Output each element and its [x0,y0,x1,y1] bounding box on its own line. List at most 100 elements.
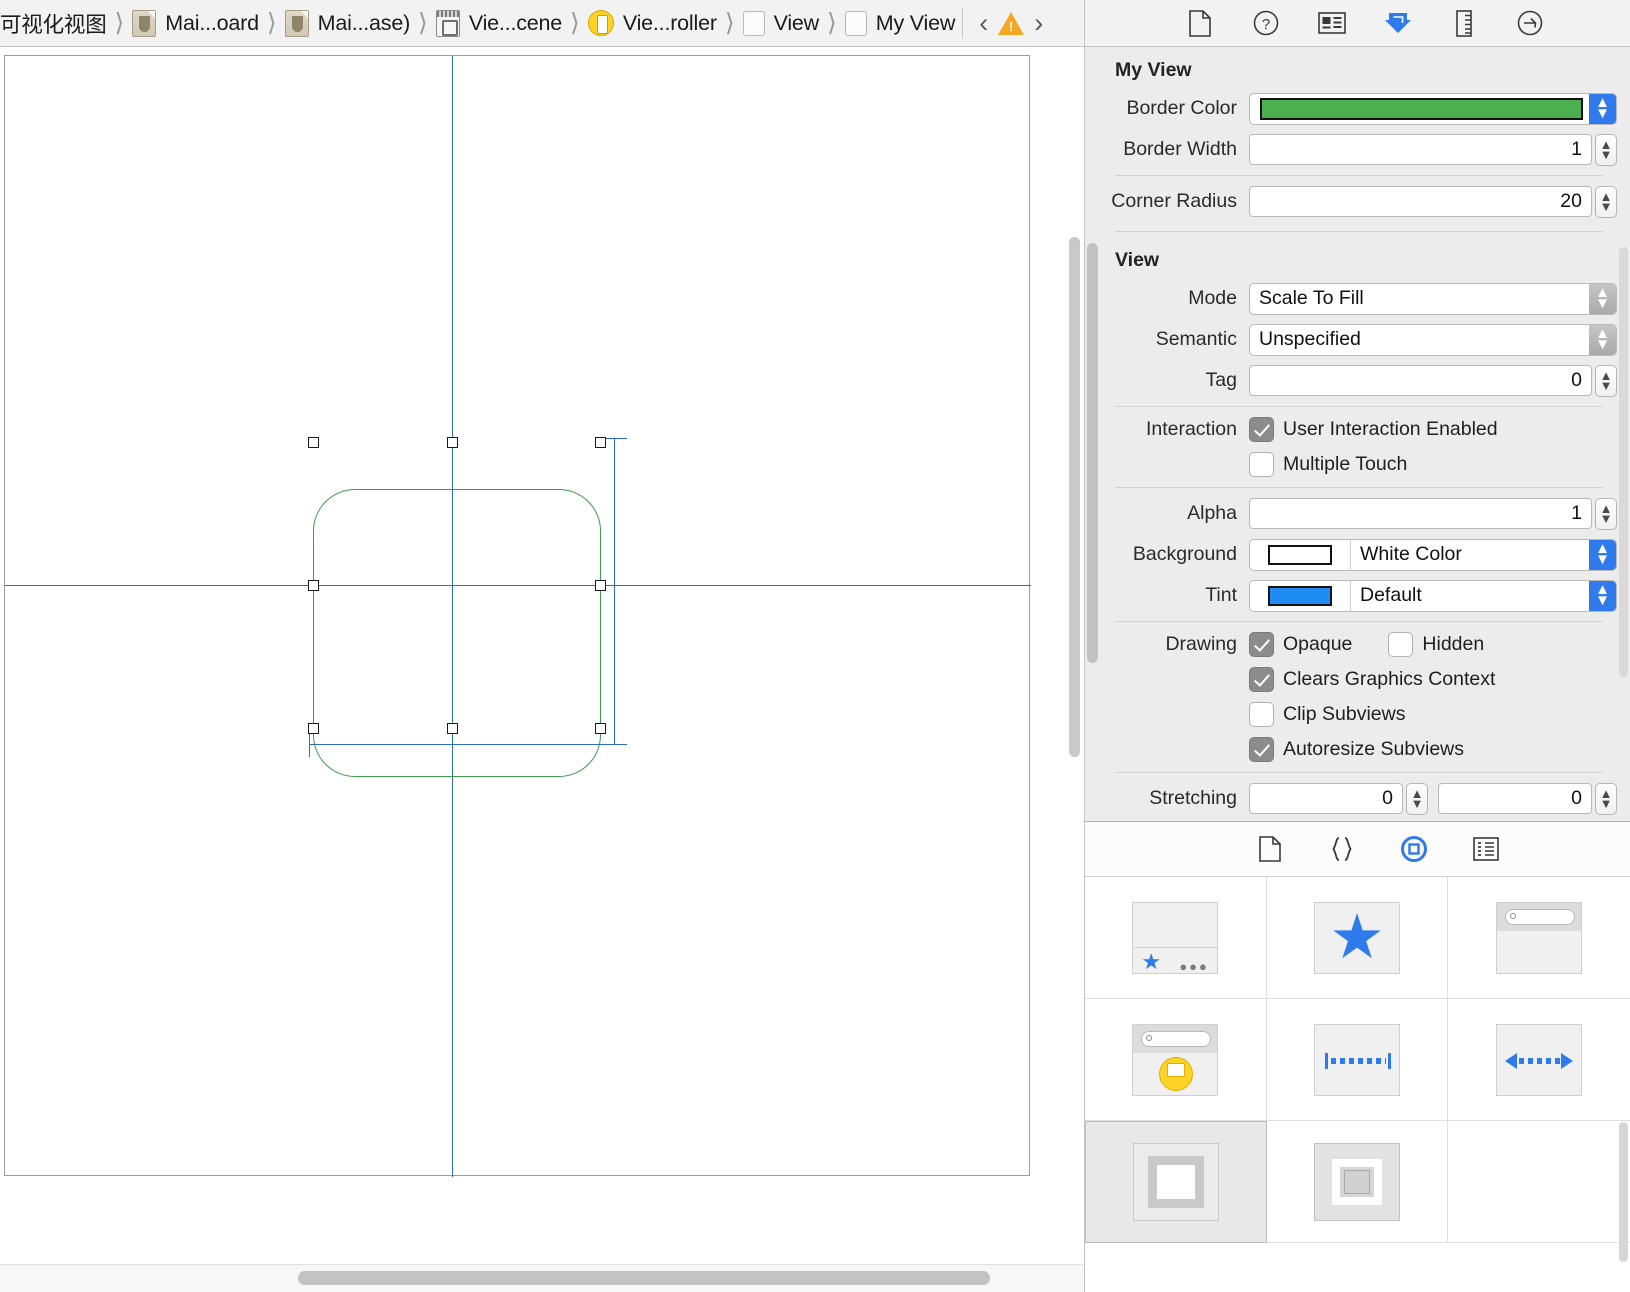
breadcrumb-item-3[interactable]: Vie...cene [435,0,563,46]
alpha-input[interactable]: 1 [1249,498,1592,529]
breadcrumb-separator: ⟩ [114,9,125,37]
attributes-inspector-pane[interactable]: My View Border Color ▲ ▼ Border Width 1 ▲… [1084,47,1630,821]
breadcrumb-item-0[interactable]: 可视化视图 [0,0,108,46]
tag-stepper[interactable]: ▲ ▼ [1595,364,1617,397]
selection-handle-top-left[interactable] [308,437,319,448]
selection-handle-bottom-left[interactable] [308,723,319,734]
selection-handle-top-right[interactable] [595,437,606,448]
alpha-stepper[interactable]: ▲ ▼ [1595,497,1617,530]
next-issue-button[interactable]: › [1028,8,1049,39]
canvas-horizontal-scrollbar[interactable] [0,1264,1084,1292]
library-selector-bar[interactable] [1085,822,1630,877]
background-color-popup[interactable]: White Color ▲ ▼ [1249,538,1617,571]
opaque-checkbox[interactable] [1249,632,1274,657]
object-library-icon[interactable] [1399,834,1429,864]
chevron-updown-icon[interactable]: ▲ ▼ [1589,324,1616,355]
object-library-grid[interactable]: ★ ●●● ★ [1085,877,1630,1243]
library-item-arrow-constraint[interactable] [1448,999,1630,1121]
breadcrumb-item-2[interactable]: Mai...ase) [284,0,411,46]
media-library-icon[interactable] [1471,834,1501,864]
corner-radius-input[interactable]: 20 [1249,186,1592,217]
border-color-well[interactable]: ▲ ▼ [1249,92,1617,125]
breadcrumb[interactable]: 可视化视图 ⟩ Mai...oard ⟩ Mai...ase) ⟩ Vie...… [0,0,1084,47]
library-pane[interactable]: ★ ●●● ★ [1084,821,1630,1292]
connections-inspector-icon[interactable] [1516,8,1544,38]
selection-handle-middle-right[interactable] [595,580,606,591]
stretching-x-input[interactable]: 0 [1249,783,1403,814]
row-drawing[interactable]: Drawing Opaque Hidden [1101,627,1617,662]
chevron-updown-icon[interactable]: ▲ ▼ [1589,539,1616,570]
row-alpha[interactable]: Alpha 1 ▲ ▼ [1101,493,1617,534]
breadcrumb-item-1[interactable]: Mai...oard [131,0,260,46]
selection-handle-middle-left[interactable] [308,580,319,591]
library-item-horizontal-spacer[interactable] [1266,999,1449,1121]
library-item-container-view[interactable] [1266,1121,1449,1243]
semantic-popup-button[interactable]: Unspecified ▲ ▼ [1249,323,1617,356]
canvas-horizontal-scroll-thumb[interactable] [298,1271,990,1285]
corner-radius-stepper[interactable]: ▲ ▼ [1595,185,1617,218]
chevron-updown-icon[interactable]: ▲ ▼ [1589,580,1616,611]
row-tint[interactable]: Tint Default ▲ ▼ [1101,575,1617,616]
inspector-selector-bar[interactable]: ? [1084,0,1630,47]
border-width-stepper[interactable]: ▲ ▼ [1595,133,1617,166]
stretching-y-stepper[interactable]: ▲ ▼ [1595,782,1617,815]
tint-color-popup[interactable]: Default ▲ ▼ [1249,579,1617,612]
row-interaction[interactable]: Interaction User Interaction Enabled [1101,412,1617,447]
selection-handle-top-center[interactable] [447,437,458,448]
row-border-width[interactable]: Border Width 1 ▲ ▼ [1101,129,1617,170]
interface-builder-canvas[interactable] [0,47,1084,1292]
mode-popup-button[interactable]: Scale To Fill ▲ ▼ [1249,282,1617,315]
stretching-y-input[interactable]: 0 [1438,783,1592,814]
quick-help-inspector-icon[interactable]: ? [1252,8,1280,38]
library-item-search-display-controller[interactable] [1085,999,1267,1121]
row-multiple-touch[interactable]: Multiple Touch [1101,447,1617,482]
library-vertical-scrollbar[interactable] [1619,1122,1628,1262]
library-item-search-bar[interactable] [1448,877,1630,999]
breadcrumb-item-5[interactable]: View [742,0,820,46]
inspector-right-scrollbar[interactable] [1619,247,1628,677]
tag-input[interactable]: 0 [1249,365,1592,396]
breadcrumb-item-6[interactable]: My View [844,0,956,46]
border-color-stepper-arrows[interactable]: ▲ ▼ [1589,93,1616,124]
canvas-vertical-scrollbar[interactable] [1069,237,1080,757]
tint-color-swatch-box[interactable] [1250,580,1351,611]
library-item-image-view[interactable]: ★ [1266,877,1449,999]
clip-subviews-checkbox[interactable] [1249,702,1274,727]
background-color-swatch-box[interactable] [1250,539,1351,570]
row-border-color[interactable]: Border Color ▲ ▼ [1101,88,1617,129]
attributes-inspector-icon[interactable] [1384,8,1412,38]
row-clears-graphics-context[interactable]: Clears Graphics Context [1101,662,1617,697]
library-item-view[interactable] [1085,1121,1267,1243]
selection-handle-bottom-right[interactable] [595,723,606,734]
breadcrumb-item-4[interactable]: Vie...roller [587,0,718,46]
hidden-checkbox[interactable] [1388,632,1414,657]
file-inspector-icon[interactable] [1186,8,1214,38]
selection-handle-bottom-center[interactable] [447,723,458,734]
row-autoresize-subviews[interactable]: Autoresize Subviews [1101,732,1617,767]
file-template-library-icon[interactable] [1255,834,1285,864]
chevron-updown-icon[interactable]: ▲ ▼ [1589,283,1616,314]
row-tag[interactable]: Tag 0 ▲ ▼ [1101,360,1617,401]
inspector-left-scrollbar[interactable] [1087,243,1098,663]
scene-canvas[interactable] [4,55,1031,1177]
user-interaction-enabled-checkbox[interactable] [1249,417,1274,442]
library-item-table-view-cell[interactable]: ★ ●●● [1085,877,1267,999]
row-semantic[interactable]: Semantic Unspecified ▲ ▼ [1101,319,1617,360]
identity-inspector-icon[interactable] [1317,8,1346,38]
warning-triangle-icon[interactable] [998,11,1025,35]
multiple-touch-checkbox[interactable] [1249,452,1274,477]
row-corner-radius[interactable]: Corner Radius 20 ▲ ▼ [1101,181,1617,222]
row-mode[interactable]: Mode Scale To Fill ▲ ▼ [1101,278,1617,319]
code-snippet-library-icon[interactable] [1327,834,1357,864]
breadcrumb-label: My View [875,10,956,35]
library-item-empty[interactable] [1448,1121,1630,1243]
row-clip-subviews[interactable]: Clip Subviews [1101,697,1617,732]
autoresize-subviews-checkbox[interactable] [1249,737,1274,762]
previous-issue-button[interactable]: ‹ [973,8,994,39]
size-inspector-icon[interactable] [1450,8,1478,38]
border-width-input[interactable]: 1 [1249,134,1592,165]
row-stretching[interactable]: Stretching 0 ▲ ▼ 0 ▲ ▼ [1101,778,1617,819]
stretching-x-stepper[interactable]: ▲ ▼ [1406,782,1428,815]
clears-graphics-context-checkbox[interactable] [1249,667,1274,692]
row-background[interactable]: Background White Color ▲ ▼ [1101,534,1617,575]
